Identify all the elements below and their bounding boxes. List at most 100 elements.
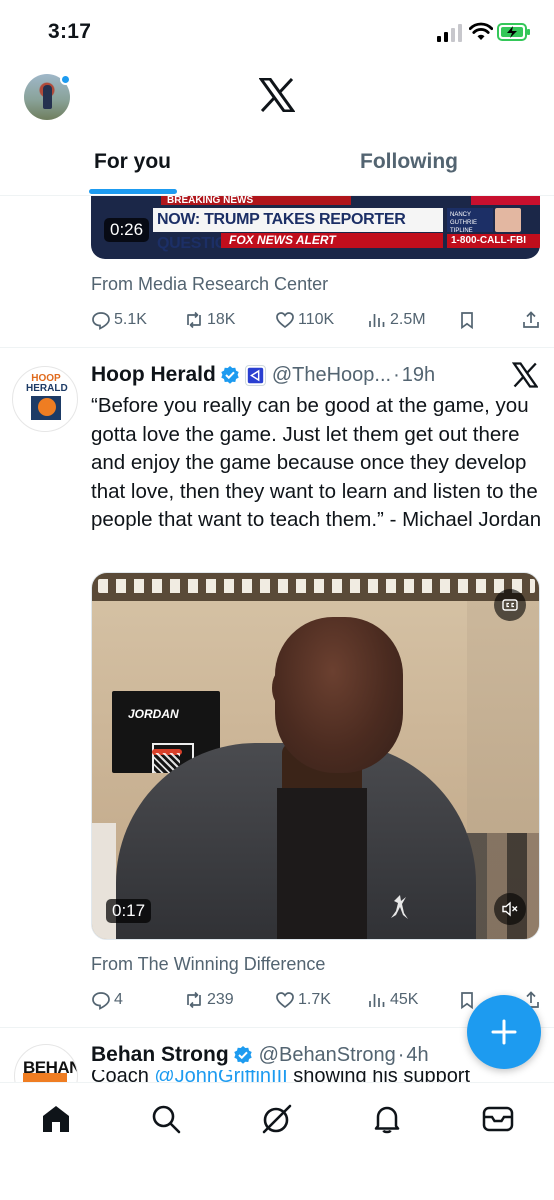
x-logo-icon bbox=[259, 78, 295, 112]
nav-messages[interactable] bbox=[480, 1101, 516, 1137]
nav-home[interactable] bbox=[38, 1101, 74, 1137]
avatar-figure bbox=[43, 85, 52, 109]
share-icon bbox=[523, 311, 539, 328]
jumpman-logo-icon bbox=[391, 895, 408, 919]
avatar-wordmark: HOOP HERALD bbox=[26, 374, 68, 394]
tweet2-video[interactable]: JORDAN 0:17 bbox=[91, 572, 540, 940]
speaker-muted-icon bbox=[502, 901, 518, 917]
views-count: 45K bbox=[390, 991, 419, 1008]
basketball-icon bbox=[38, 398, 56, 416]
x-logo-icon[interactable] bbox=[512, 362, 538, 388]
tweet1-actions: 5.1K 18K 110K 2.5M bbox=[91, 310, 541, 334]
handle[interactable]: @BehanStrong bbox=[259, 1044, 396, 1067]
news-strip-right bbox=[471, 196, 540, 205]
separator-dot: · bbox=[397, 1043, 405, 1066]
display-name[interactable]: Hoop Herald bbox=[91, 363, 216, 387]
video-duration: 0:17 bbox=[106, 899, 152, 923]
active-tab-indicator bbox=[89, 189, 177, 194]
views-icon bbox=[369, 314, 385, 327]
reply-button[interactable]: 4 bbox=[91, 990, 123, 1010]
backboard-text: JORDAN bbox=[128, 707, 179, 721]
views-count: 2.5M bbox=[390, 311, 426, 328]
display-name[interactable]: Behan Strong bbox=[91, 1043, 229, 1067]
avatar-word-herald: HERALD bbox=[26, 383, 68, 394]
compose-button[interactable] bbox=[467, 995, 541, 1069]
mention-link[interactable]: @JohnGriffinIII bbox=[154, 1070, 287, 1082]
tweet-time[interactable]: 4h bbox=[406, 1044, 428, 1067]
battery-charging-icon bbox=[497, 23, 530, 41]
handle[interactable]: @TheHoop... bbox=[272, 364, 391, 387]
mail-icon bbox=[482, 1106, 514, 1132]
news-face-thumbnail bbox=[495, 208, 521, 232]
head bbox=[275, 617, 403, 773]
tab-following[interactable]: Following bbox=[360, 150, 458, 174]
tweet-text[interactable]: “Before you really can be good at the ga… bbox=[91, 392, 543, 535]
affiliate-badge-icon bbox=[244, 364, 266, 386]
like-icon bbox=[276, 312, 294, 329]
tweet-text[interactable]: Coach @JohnGriffinIII showing his suppor… bbox=[91, 1070, 521, 1082]
tweet-text-suffix: showing his support bbox=[287, 1070, 471, 1082]
grok-icon bbox=[262, 1104, 292, 1134]
reply-button[interactable]: 5.1K bbox=[91, 310, 147, 330]
timeline-header: For you Following bbox=[0, 62, 554, 196]
separator-dot: · bbox=[393, 363, 400, 386]
repost-button[interactable]: 239 bbox=[184, 990, 234, 1010]
hoop-herald-avatar[interactable]: HOOP HERALD bbox=[12, 366, 78, 432]
share-button[interactable] bbox=[521, 310, 541, 330]
verified-badge-icon bbox=[233, 1046, 252, 1064]
views-button[interactable]: 45K bbox=[367, 990, 418, 1010]
reply-icon bbox=[92, 992, 110, 1010]
bell-icon bbox=[374, 1106, 400, 1134]
wifi-icon bbox=[469, 22, 493, 40]
breaking-news-banner: BREAKING NEWS bbox=[161, 196, 351, 206]
status-bar: 3:17 bbox=[0, 0, 554, 62]
like-button[interactable]: 110K bbox=[275, 310, 334, 330]
news-subline: FOX NEWS ALERT bbox=[221, 233, 443, 248]
repost-icon bbox=[187, 311, 201, 329]
tweet3-header: Behan Strong @BehanStrong · 4h bbox=[91, 1041, 429, 1069]
tweet2-header: Hoop Herald @TheHoop... · 19h bbox=[91, 361, 435, 389]
shirt bbox=[277, 788, 367, 939]
like-button[interactable]: 1.7K bbox=[275, 990, 331, 1010]
views-button[interactable]: 2.5M bbox=[367, 310, 426, 330]
nav-search[interactable] bbox=[148, 1101, 184, 1137]
like-count: 1.7K bbox=[298, 991, 331, 1008]
tweet2-source[interactable]: From The Winning Difference bbox=[91, 954, 325, 975]
like-icon bbox=[276, 992, 294, 1009]
news-phone: 1-800-CALL-FBI bbox=[447, 234, 540, 248]
plus-icon bbox=[491, 1019, 517, 1045]
video-duration: 0:26 bbox=[104, 218, 150, 242]
repost-button[interactable]: 18K bbox=[184, 310, 235, 330]
bookmark-icon bbox=[461, 312, 473, 330]
tweet-text-prefix: Coach bbox=[91, 1070, 155, 1082]
bookmark-button[interactable] bbox=[457, 310, 477, 330]
verified-badge-icon bbox=[221, 366, 239, 384]
nav-grok[interactable] bbox=[259, 1101, 295, 1137]
reply-count: 4 bbox=[114, 991, 123, 1008]
notification-dot bbox=[60, 74, 71, 85]
tab-for-you[interactable]: For you bbox=[94, 150, 171, 174]
tweet-time[interactable]: 19h bbox=[402, 364, 435, 387]
frieze-pattern bbox=[98, 579, 535, 593]
like-count: 110K bbox=[298, 311, 335, 328]
bookmark-icon bbox=[461, 992, 473, 1010]
bookmark-button[interactable] bbox=[457, 990, 477, 1010]
bottom-navigation bbox=[0, 1082, 554, 1200]
repost-icon bbox=[187, 991, 201, 1009]
news-headline: NOW: TRUMP TAKES REPORTER QUESTIONS bbox=[153, 208, 443, 252]
search-icon bbox=[152, 1105, 181, 1134]
home-icon bbox=[43, 1106, 69, 1132]
nav-notifications[interactable] bbox=[369, 1101, 405, 1137]
news-sidebox: NANCY GUTHRIE TIPLINE bbox=[447, 208, 493, 234]
status-time: 3:17 bbox=[48, 20, 92, 43]
repost-count: 18K bbox=[207, 311, 236, 328]
cellular-signal-icon bbox=[437, 24, 462, 42]
captions-icon bbox=[502, 599, 518, 611]
tweet1-source[interactable]: From Media Research Center bbox=[91, 274, 328, 295]
tweet1-video[interactable]: BREAKING NEWS NOW: TRUMP TAKES REPORTER … bbox=[91, 196, 540, 259]
repost-count: 239 bbox=[207, 991, 234, 1008]
video-frieze bbox=[92, 573, 539, 601]
tweet-divider bbox=[0, 347, 554, 348]
captions-button[interactable] bbox=[494, 589, 526, 621]
mute-button[interactable] bbox=[494, 893, 526, 925]
